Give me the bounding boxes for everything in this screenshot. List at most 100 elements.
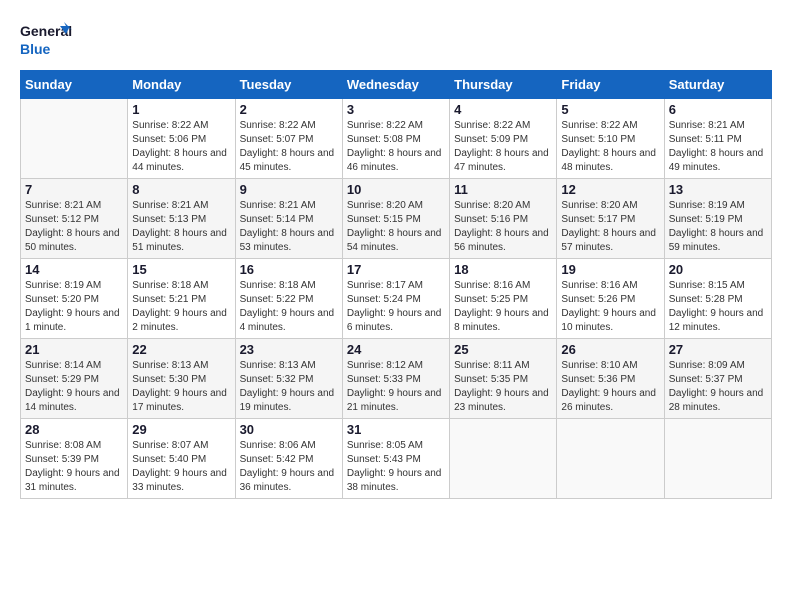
day-info: Sunrise: 8:22 AMSunset: 5:06 PMDaylight:… [132, 119, 230, 175]
day-cell: 6 Sunrise: 8:21 AMSunset: 5:11 PMDaylight… [664, 99, 771, 179]
day-number: 2 [240, 102, 338, 117]
header-row: SundayMondayTuesdayWednesdayThursdayFrid… [21, 71, 772, 99]
day-number: 26 [561, 342, 659, 357]
day-info: Sunrise: 8:20 AMSunset: 5:16 PMDaylight:… [454, 199, 552, 255]
day-cell: 24Sunrise: 8:12 AMSunset: 5:33 PMDayligh… [342, 339, 449, 419]
day-cell: 3 Sunrise: 8:22 AMSunset: 5:08 PMDaylight… [342, 99, 449, 179]
day-number: 4 [454, 102, 552, 117]
day-info: Sunrise: 8:10 AMSunset: 5:36 PMDaylight:… [561, 359, 659, 415]
day-number: 17 [347, 262, 445, 277]
day-cell: 10 Sunrise: 8:20 AMSunset: 5:15 PMDayligh… [342, 179, 449, 259]
day-cell: 7 Sunrise: 8:21 AMSunset: 5:12 PMDaylight… [21, 179, 128, 259]
day-cell: 30 Sunrise: 8:06 AMSunset: 5:42 PMDayligh… [235, 419, 342, 499]
day-info: Sunrise: 8:21 AMSunset: 5:12 PMDaylight:… [25, 199, 123, 255]
day-number: 28 [25, 422, 123, 437]
day-cell [664, 419, 771, 499]
day-number: 21 [25, 342, 123, 357]
day-number: 29 [132, 422, 230, 437]
day-info: Sunrise: 8:09 AMSunset: 5:37 PMDaylight:… [669, 359, 767, 415]
day-info: Sunrise: 8:20 AMSunset: 5:15 PMDaylight:… [347, 199, 445, 255]
day-number: 12 [561, 182, 659, 197]
day-number: 18 [454, 262, 552, 277]
day-info: Sunrise: 8:22 AMSunset: 5:08 PMDaylight:… [347, 119, 445, 175]
day-info: Sunrise: 8:13 AMSunset: 5:30 PMDaylight:… [132, 359, 230, 415]
week-row-3: 14 Sunrise: 8:19 AMSunset: 5:20 PMDayligh… [21, 259, 772, 339]
day-info: Sunrise: 8:21 AMSunset: 5:14 PMDaylight:… [240, 199, 338, 255]
day-cell: 12 Sunrise: 8:20 AMSunset: 5:17 PMDayligh… [557, 179, 664, 259]
day-cell: 20 Sunrise: 8:15 AMSunset: 5:28 PMDayligh… [664, 259, 771, 339]
calendar-table: SundayMondayTuesdayWednesdayThursdayFrid… [20, 70, 772, 499]
day-cell: 16Sunrise: 8:18 AMSunset: 5:22 PMDayligh… [235, 259, 342, 339]
svg-text:Blue: Blue [20, 41, 51, 57]
day-cell: 14 Sunrise: 8:19 AMSunset: 5:20 PMDayligh… [21, 259, 128, 339]
day-number: 8 [132, 182, 230, 197]
week-row-2: 7 Sunrise: 8:21 AMSunset: 5:12 PMDaylight… [21, 179, 772, 259]
day-header-saturday: Saturday [664, 71, 771, 99]
day-cell: 28 Sunrise: 8:08 AMSunset: 5:39 PMDayligh… [21, 419, 128, 499]
day-number: 7 [25, 182, 123, 197]
day-number: 14 [25, 262, 123, 277]
header: GeneralBlue [20, 20, 772, 60]
day-info: Sunrise: 8:16 AMSunset: 5:25 PMDaylight:… [454, 279, 552, 335]
day-info: Sunrise: 8:12 AMSunset: 5:33 PMDaylight:… [347, 359, 445, 415]
day-number: 13 [669, 182, 767, 197]
day-cell: 19 Sunrise: 8:16 AMSunset: 5:26 PMDayligh… [557, 259, 664, 339]
logo-icon: GeneralBlue [20, 20, 72, 60]
day-cell: 31 Sunrise: 8:05 AMSunset: 5:43 PMDayligh… [342, 419, 449, 499]
day-info: Sunrise: 8:17 AMSunset: 5:24 PMDaylight:… [347, 279, 445, 335]
day-header-monday: Monday [128, 71, 235, 99]
day-info: Sunrise: 8:20 AMSunset: 5:17 PMDaylight:… [561, 199, 659, 255]
day-header-friday: Friday [557, 71, 664, 99]
day-info: Sunrise: 8:15 AMSunset: 5:28 PMDaylight:… [669, 279, 767, 335]
day-info: Sunrise: 8:19 AMSunset: 5:19 PMDaylight:… [669, 199, 767, 255]
day-number: 30 [240, 422, 338, 437]
day-number: 20 [669, 262, 767, 277]
day-cell: 13 Sunrise: 8:19 AMSunset: 5:19 PMDayligh… [664, 179, 771, 259]
day-cell: 25 Sunrise: 8:11 AMSunset: 5:35 PMDayligh… [450, 339, 557, 419]
day-info: Sunrise: 8:22 AMSunset: 5:10 PMDaylight:… [561, 119, 659, 175]
day-cell: 29 Sunrise: 8:07 AMSunset: 5:40 PMDayligh… [128, 419, 235, 499]
day-info: Sunrise: 8:19 AMSunset: 5:20 PMDaylight:… [25, 279, 123, 335]
day-info: Sunrise: 8:22 AMSunset: 5:09 PMDaylight:… [454, 119, 552, 175]
day-number: 19 [561, 262, 659, 277]
day-cell: 21 Sunrise: 8:14 AMSunset: 5:29 PMDayligh… [21, 339, 128, 419]
day-number: 6 [669, 102, 767, 117]
day-number: 9 [240, 182, 338, 197]
day-cell: 9 Sunrise: 8:21 AMSunset: 5:14 PMDaylight… [235, 179, 342, 259]
day-number: 3 [347, 102, 445, 117]
day-cell: 27 Sunrise: 8:09 AMSunset: 5:37 PMDayligh… [664, 339, 771, 419]
day-cell: 22 Sunrise: 8:13 AMSunset: 5:30 PMDayligh… [128, 339, 235, 419]
week-row-5: 28 Sunrise: 8:08 AMSunset: 5:39 PMDayligh… [21, 419, 772, 499]
day-header-wednesday: Wednesday [342, 71, 449, 99]
day-number: 16 [240, 262, 338, 277]
day-info: Sunrise: 8:05 AMSunset: 5:43 PMDaylight:… [347, 439, 445, 495]
day-number: 10 [347, 182, 445, 197]
day-info: Sunrise: 8:11 AMSunset: 5:35 PMDaylight:… [454, 359, 552, 415]
day-info: Sunrise: 8:08 AMSunset: 5:39 PMDaylight:… [25, 439, 123, 495]
day-cell: 4 Sunrise: 8:22 AMSunset: 5:09 PMDaylight… [450, 99, 557, 179]
day-cell: 5Sunrise: 8:22 AMSunset: 5:10 PMDaylight… [557, 99, 664, 179]
day-header-tuesday: Tuesday [235, 71, 342, 99]
day-cell: 2 Sunrise: 8:22 AMSunset: 5:07 PMDaylight… [235, 99, 342, 179]
day-info: Sunrise: 8:22 AMSunset: 5:07 PMDaylight:… [240, 119, 338, 175]
day-cell: 26 Sunrise: 8:10 AMSunset: 5:36 PMDayligh… [557, 339, 664, 419]
day-info: Sunrise: 8:07 AMSunset: 5:40 PMDaylight:… [132, 439, 230, 495]
day-number: 27 [669, 342, 767, 357]
day-info: Sunrise: 8:21 AMSunset: 5:13 PMDaylight:… [132, 199, 230, 255]
day-cell: 17 Sunrise: 8:17 AMSunset: 5:24 PMDayligh… [342, 259, 449, 339]
day-cell: 18 Sunrise: 8:16 AMSunset: 5:25 PMDayligh… [450, 259, 557, 339]
day-number: 1 [132, 102, 230, 117]
day-info: Sunrise: 8:16 AMSunset: 5:26 PMDaylight:… [561, 279, 659, 335]
day-info: Sunrise: 8:14 AMSunset: 5:29 PMDaylight:… [25, 359, 123, 415]
day-number: 31 [347, 422, 445, 437]
day-number: 25 [454, 342, 552, 357]
page: GeneralBlue SundayMondayTuesdayWednesday… [0, 0, 792, 612]
day-cell [557, 419, 664, 499]
day-header-sunday: Sunday [21, 71, 128, 99]
day-cell [450, 419, 557, 499]
day-info: Sunrise: 8:06 AMSunset: 5:42 PMDaylight:… [240, 439, 338, 495]
day-number: 22 [132, 342, 230, 357]
day-info: Sunrise: 8:21 AMSunset: 5:11 PMDaylight:… [669, 119, 767, 175]
day-info: Sunrise: 8:13 AMSunset: 5:32 PMDaylight:… [240, 359, 338, 415]
week-row-4: 21 Sunrise: 8:14 AMSunset: 5:29 PMDayligh… [21, 339, 772, 419]
